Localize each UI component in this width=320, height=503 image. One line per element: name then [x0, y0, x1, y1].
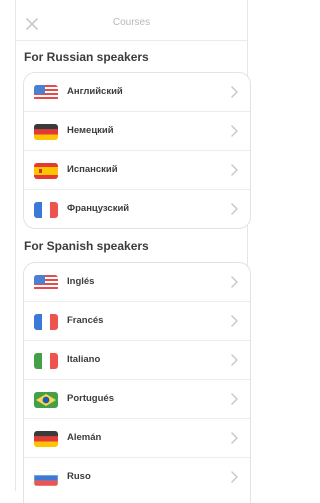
course-label: Немецкий: [67, 125, 114, 136]
list-item[interactable]: Italiano: [24, 341, 250, 380]
course-label: Francés: [67, 315, 104, 326]
flag-ru-icon: [34, 470, 58, 486]
course-label: Ruso: [67, 471, 91, 482]
chevron-right-icon: [231, 315, 238, 327]
course-list-spanish: Inglés Francés Italiano Portugués Alemán…: [23, 262, 251, 503]
chevron-right-icon: [231, 203, 238, 215]
flag-de-icon: [34, 431, 58, 447]
flag-br-icon: [34, 392, 58, 408]
chevron-right-icon: [231, 276, 238, 288]
header: Courses: [16, 0, 247, 41]
list-item[interactable]: Ruso: [24, 458, 250, 496]
flag-es-icon: [34, 163, 58, 179]
flag-us-icon: [34, 85, 58, 101]
course-label: Inglés: [67, 276, 95, 287]
list-item[interactable]: Francés: [24, 302, 250, 341]
flag-us-icon: [34, 275, 58, 291]
list-item[interactable]: Portugués: [24, 380, 250, 419]
list-item[interactable]: Испанский: [24, 151, 250, 190]
chevron-right-icon: [231, 164, 238, 176]
page-title: Courses: [112, 17, 151, 28]
flag-it-icon: [34, 353, 58, 369]
list-item[interactable]: Inglés: [24, 263, 250, 302]
section-title-russian: For Russian speakers: [24, 50, 149, 64]
flag-fr-icon: [34, 314, 58, 330]
course-list-russian: Английский Немецкий Испанский Французски…: [23, 72, 251, 229]
course-label: Italiano: [67, 354, 101, 365]
course-label: Испанский: [67, 164, 118, 175]
list-item[interactable]: Alemán: [24, 419, 250, 458]
course-label: Alemán: [67, 432, 102, 443]
chevron-right-icon: [231, 432, 238, 444]
left-edge-divider: [15, 0, 16, 491]
chevron-right-icon: [231, 393, 238, 405]
list-item[interactable]: Английский: [24, 73, 250, 112]
list-item[interactable]: Французский: [24, 190, 250, 228]
flag-fr-icon: [34, 202, 58, 218]
course-label: Французский: [67, 203, 130, 214]
course-label: Английский: [67, 86, 123, 97]
chevron-right-icon: [231, 471, 238, 483]
courses-screen: Courses For Russian speakers Английский …: [0, 0, 251, 503]
flag-de-icon: [34, 124, 58, 140]
chevron-right-icon: [231, 354, 238, 366]
chevron-right-icon: [231, 86, 238, 98]
section-title-spanish: For Spanish speakers: [24, 239, 149, 253]
course-label: Portugués: [67, 393, 114, 404]
list-item[interactable]: Немецкий: [24, 112, 250, 151]
chevron-right-icon: [231, 125, 238, 137]
